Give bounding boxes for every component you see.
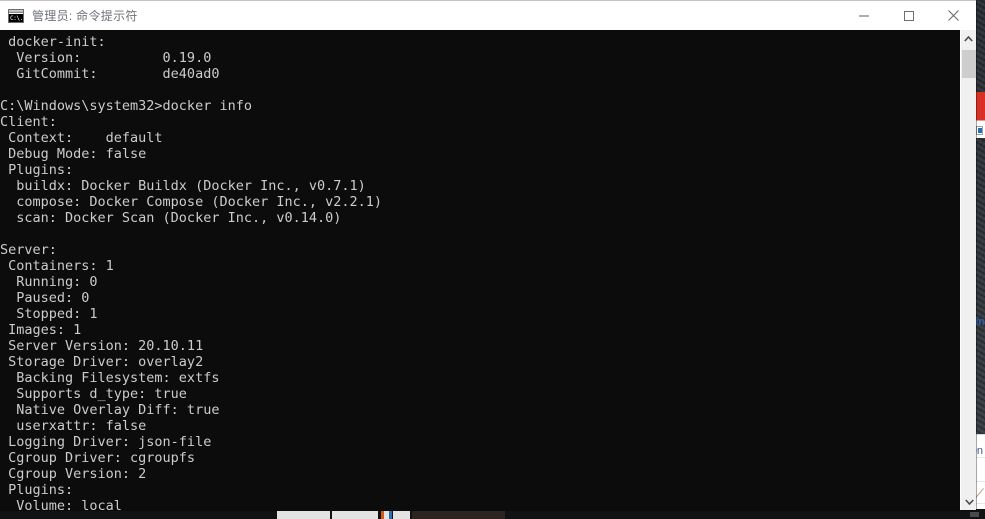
minimize-icon [858,15,869,16]
maximize-button[interactable] [886,1,931,30]
chevron-down-icon [964,498,974,505]
taskbar[interactable] [0,509,985,519]
minimize-button[interactable] [841,1,886,30]
scroll-down-button[interactable] [961,493,977,510]
taskbar-button-1[interactable] [277,511,330,519]
maximize-icon [903,10,914,21]
title-bar[interactable]: C:\. 管理员: 命令提示符 [0,0,976,30]
console-area[interactable]: docker-init: Version: 0.19.0 GitCommit: … [0,30,976,510]
taskbar-tray[interactable] [970,512,979,517]
taskbar-button-5[interactable] [393,511,410,519]
background-notification-bubble [976,126,983,135]
window-title: 管理员: 命令提示符 [32,9,138,23]
background-highlight-label: in [975,316,985,328]
background-notification [975,92,985,138]
taskbar-button-4-accent[interactable] [389,511,392,519]
console-output[interactable]: docker-init: Version: 0.19.0 GitCommit: … [0,30,960,510]
taskbar-active-window[interactable] [412,511,505,519]
cmd-icon: C:\. [8,8,24,23]
scrollbar-thumb[interactable] [962,50,976,78]
scroll-up-button[interactable] [961,30,977,47]
taskbar-button-2[interactable] [332,511,378,519]
chevron-up-icon [964,35,973,42]
command-prompt-window[interactable]: C:\. 管理员: 命令提示符 docker-init: Version: 0.… [0,0,976,510]
vertical-scrollbar[interactable] [960,30,976,510]
close-button[interactable] [931,1,976,30]
close-icon [948,10,959,21]
